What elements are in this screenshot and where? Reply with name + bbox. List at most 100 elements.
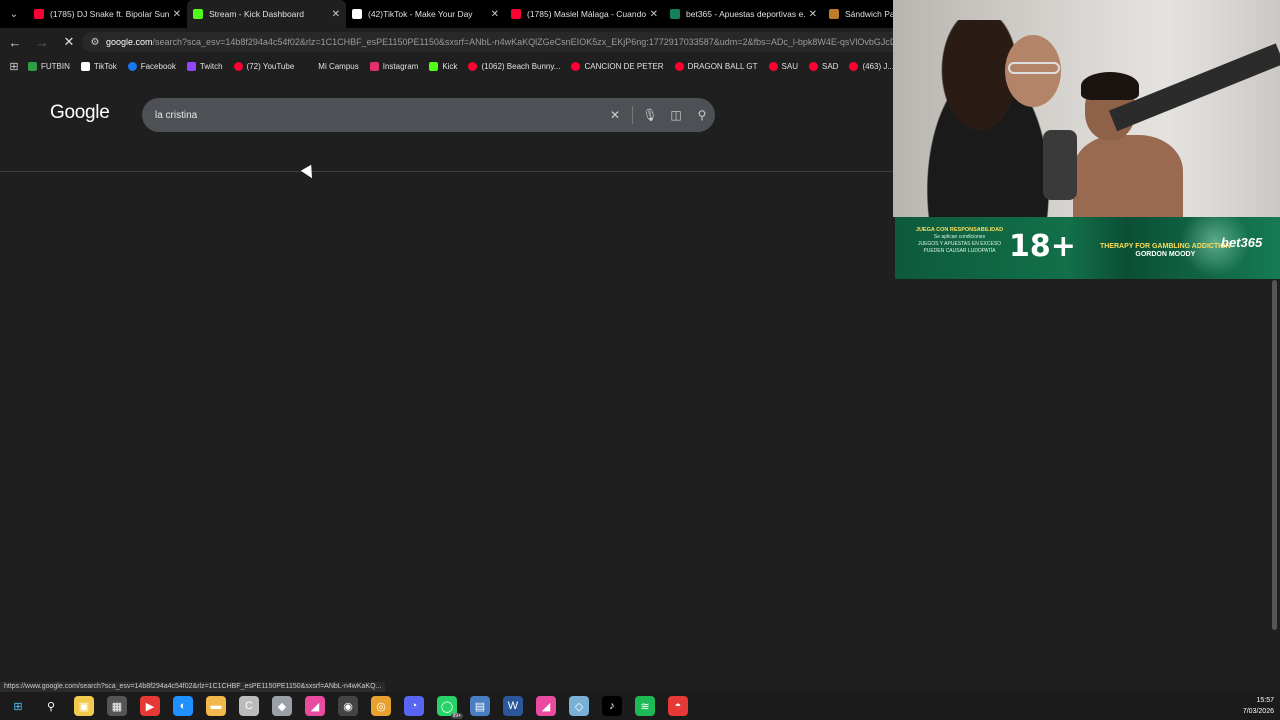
tab-close-icon[interactable]: ✕	[650, 9, 658, 20]
address-host: google.com	[106, 37, 153, 47]
bookmark-item[interactable]: (72) YouTube	[233, 61, 295, 71]
tab-favicon-icon	[193, 9, 203, 19]
second-person-body	[1073, 135, 1183, 217]
start-icon[interactable]: ⊞	[8, 696, 28, 716]
bookmark-item[interactable]: (1062) Beach Bunny...	[468, 61, 561, 71]
files-icon[interactable]: ▬	[206, 696, 226, 716]
app-red-icon[interactable]: ◓	[668, 696, 688, 716]
capture-icon[interactable]: ◆	[272, 696, 292, 716]
whatsapp-icon[interactable]: ◯ 99+	[437, 696, 463, 719]
stop-loading-button[interactable]: ✕	[57, 30, 81, 54]
responsibility-notice: JUEGA CON RESPONSABILIDAD Se aplican con…	[907, 227, 1012, 255]
browser-tab[interactable]: (1785) Masiel Málaga - Cuando... ✕	[505, 0, 664, 28]
tab-close-icon[interactable]: ✕	[491, 9, 499, 20]
tab-search-icon[interactable]: ⌄	[0, 0, 28, 28]
edge-icon[interactable]: ◐	[173, 696, 193, 716]
glasses	[1008, 62, 1060, 74]
tab-strip: ⌄ (1785) DJ Snake ft. Bipolar Sun... ✕ Str…	[0, 0, 893, 28]
tab-list: (1785) DJ Snake ft. Bipolar Sun... ✕ Strea…	[28, 0, 893, 28]
page-scrollbar[interactable]	[1272, 280, 1277, 630]
bookmark-favicon-icon	[674, 61, 684, 71]
tool-icon[interactable]: ◇	[569, 696, 589, 716]
bookmark-item[interactable]: CANCION DE PETER	[571, 61, 664, 71]
browser-tab[interactable]: Stream - Kick Dashboard ✕	[187, 0, 346, 28]
tab-title: Sándwich Paler...	[845, 9, 893, 19]
bookmark-item[interactable]: SAD	[808, 61, 838, 71]
browser-tab[interactable]: (1785) DJ Snake ft. Bipolar Sun... ✕	[28, 0, 187, 28]
app-pink-2-icon[interactable]: ◢	[536, 696, 556, 716]
tab-close-icon[interactable]: ✕	[332, 9, 340, 20]
browser-tab[interactable]: Sándwich Paler...	[823, 0, 893, 28]
obs-icon[interactable]: ◉	[338, 696, 358, 716]
spotify-icon[interactable]: ≋	[635, 696, 655, 716]
bookmark-item[interactable]: Kick	[429, 61, 458, 71]
tab-close-icon[interactable]: ✕	[173, 9, 181, 20]
bookmark-item[interactable]: SAU	[768, 61, 798, 71]
bet365-banner: JUEGA CON RESPONSABILIDAD Se aplican con…	[895, 217, 1280, 279]
google-logo[interactable]: Google	[50, 102, 110, 124]
bookmark-favicon-icon	[468, 61, 478, 71]
bookmark-item[interactable]: Instagram	[369, 61, 418, 71]
bookmark-label: Kick	[442, 61, 458, 71]
calculator-icon[interactable]: ▤	[470, 696, 490, 716]
bookmark-item[interactable]: DRAGON BALL GT	[674, 61, 758, 71]
system-clock[interactable]: 15:57 7/03/2026	[1243, 695, 1274, 717]
app-pink-icon[interactable]: ◢	[305, 696, 325, 716]
bookmark-favicon-icon	[80, 61, 90, 71]
site-info-icon[interactable]: ⚙	[88, 35, 102, 49]
bookmark-label: Mi Campus	[318, 61, 359, 71]
gamepad-icon[interactable]: ▦	[107, 696, 127, 716]
back-button[interactable]: ←	[3, 30, 27, 54]
apps-grid-icon[interactable]: ⊞	[0, 56, 28, 76]
link-status-bar: https://www.google.com/search?sca_esv=14…	[0, 682, 386, 692]
therapy-text: THERAPY FOR GAMBLING ADDICTION	[1100, 243, 1231, 250]
bookmark-favicon-icon	[369, 61, 379, 71]
taskbar-icons: ⊞ ⚲ ▣ ▦ ▶ ◐ ▬ C ◆ ◢ ◉ ◎ ◔ ◯ 99+ ▤ W ◢ ◇ ♪ ≋ ◓	[0, 696, 695, 719]
bookmark-label: (72) YouTube	[246, 61, 295, 71]
browser-tab[interactable]: bet365 - Apuestas deportivas e... ✕	[664, 0, 823, 28]
google-results-page: Google la cristina ✕ 🎙︎ ◫ ⚲	[0, 76, 893, 680]
bookmarks-bar: ⊞ FUTBIN TikTok Facebook Twitch (72) YouTube…	[0, 56, 893, 76]
tab-title: Stream - Kick Dashboard	[209, 9, 304, 19]
bookmark-item[interactable]: TikTok	[80, 61, 117, 71]
bookmark-item[interactable]: Twitch	[186, 61, 223, 71]
bookmark-label: (1062) Beach Bunny...	[481, 61, 561, 71]
tab-title: (1785) DJ Snake ft. Bipolar Sun...	[50, 9, 169, 19]
discord-icon[interactable]: ◔	[404, 696, 424, 716]
tab-favicon-icon	[829, 9, 839, 19]
tab-title: bet365 - Apuestas deportivas e...	[686, 9, 805, 19]
mouse-cursor	[300, 164, 318, 182]
tab-favicon-icon	[670, 9, 680, 19]
media-icon[interactable]: ▶	[140, 696, 160, 716]
bet365-logo: bet365	[1221, 235, 1263, 250]
bookmark-item[interactable]: Mi Campus	[305, 61, 359, 71]
bookmark-favicon-icon	[768, 61, 778, 71]
clear-icon[interactable]: ✕	[602, 102, 628, 128]
chrome-icon[interactable]: ◎	[371, 696, 391, 716]
camera-lens-icon[interactable]: ◫	[663, 102, 689, 128]
google-search-box[interactable]: la cristina ✕ 🎙︎ ◫ ⚲	[142, 98, 715, 132]
tab-favicon-icon	[34, 9, 44, 19]
bookmark-label: DRAGON BALL GT	[687, 61, 758, 71]
clock-time: 15:57	[1256, 697, 1274, 704]
notification-badge: 99+	[450, 713, 463, 719]
store-icon[interactable]: ▣	[74, 696, 94, 716]
browser-tab[interactable]: (42)TikTok - Make Your Day ✕	[346, 0, 505, 28]
word-icon[interactable]: W	[503, 696, 523, 716]
bookmark-item[interactable]: FUTBIN	[28, 61, 70, 71]
app-c-icon[interactable]: C	[239, 696, 259, 716]
tab-close-icon[interactable]: ✕	[809, 9, 817, 20]
address-bar[interactable]: ⚙ google.com/search?sca_esv=14b8f294a4c5…	[82, 32, 893, 52]
microphone-icon[interactable]: 🎙︎	[637, 102, 663, 128]
search-icon[interactable]: ⚲	[689, 102, 715, 128]
tiktok-icon[interactable]: ♪	[602, 696, 622, 716]
bookmark-favicon-icon	[127, 61, 137, 71]
bookmark-favicon-icon	[808, 61, 818, 71]
address-path: /search?sca_esv=14b8f294a4c54f02&rlz=1C1…	[152, 37, 893, 47]
bookmark-item[interactable]: (463) J...	[849, 61, 893, 71]
bookmark-item[interactable]: Facebook	[127, 61, 176, 71]
search-icon[interactable]: ⚲	[41, 696, 61, 716]
search-query[interactable]: la cristina	[155, 110, 602, 121]
forward-button[interactable]: →	[30, 30, 54, 54]
bookmark-favicon-icon	[186, 61, 196, 71]
